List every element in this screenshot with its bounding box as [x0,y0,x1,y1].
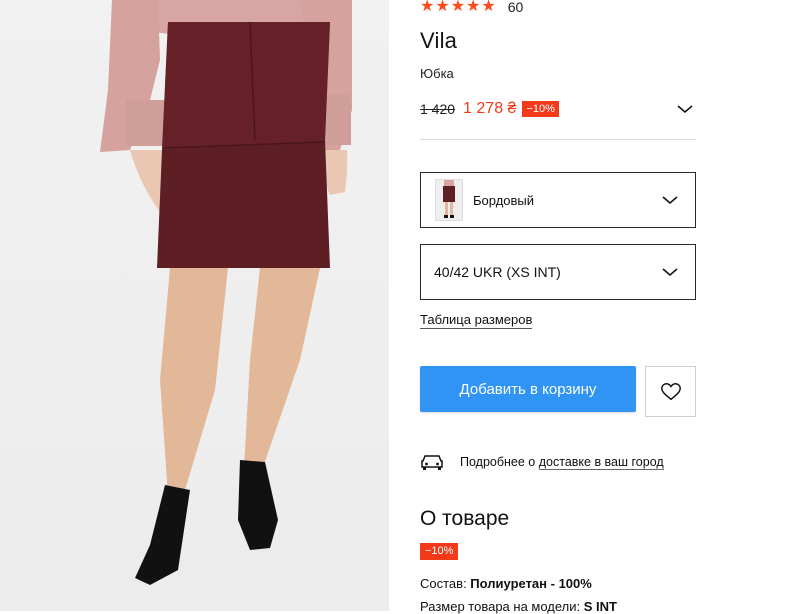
add-to-cart-button[interactable]: Добавить в корзину [420,366,636,412]
about-discount-badge: −10% [420,543,459,560]
car-icon [421,455,443,470]
size-select[interactable]: 40/42 UKR (XS INT) [420,244,696,300]
model-size: Размер товара на модели: S INT [420,599,617,614]
review-count: 60 [507,0,524,15]
composition-label: Состав: [420,576,471,591]
color-thumbnail [435,179,463,221]
discount-badge: −10% [522,101,559,117]
delivery-link[interactable]: доставке в ваш город [538,455,664,470]
product-photo-illustration [100,0,352,585]
old-price: 1 420 [420,101,456,117]
composition-value: Полиуретан - 100% [470,576,592,591]
chevron-down-icon[interactable] [676,100,694,118]
price-row[interactable]: 1 420 1 278 ₴ −10% [420,98,696,120]
color-label: Бордовый [473,192,535,208]
size-table-link[interactable]: Таблица размеров [420,312,533,329]
color-select[interactable]: Бордовый [420,172,696,228]
brand-name[interactable]: Vila [420,28,457,54]
new-price: 1 278 ₴ [463,100,517,117]
chevron-down-icon [662,268,678,277]
composition: Состав: Полиуретан - 100% [420,576,592,591]
delivery-text-prefix: Подробнее о [460,455,539,469]
model-size-label: Размер товара на модели: [420,599,584,614]
model-size-value: S INT [583,599,617,614]
delivery-info: Подробнее о доставке в ваш город [420,450,696,474]
heart-icon [660,382,681,400]
delivery-text: Подробнее о доставке в ваш город [460,455,664,470]
chevron-down-icon [662,196,678,205]
product-photo[interactable] [0,0,389,611]
product-type: Юбка [420,66,454,81]
about-title: О товаре [420,507,510,530]
divider [420,139,696,140]
wishlist-button[interactable] [645,366,696,417]
size-label: 40/42 UKR (XS INT) [434,264,561,280]
rating[interactable]: ★★★★★ 60 [420,0,523,16]
rating-stars: ★★★★★ [420,0,497,15]
